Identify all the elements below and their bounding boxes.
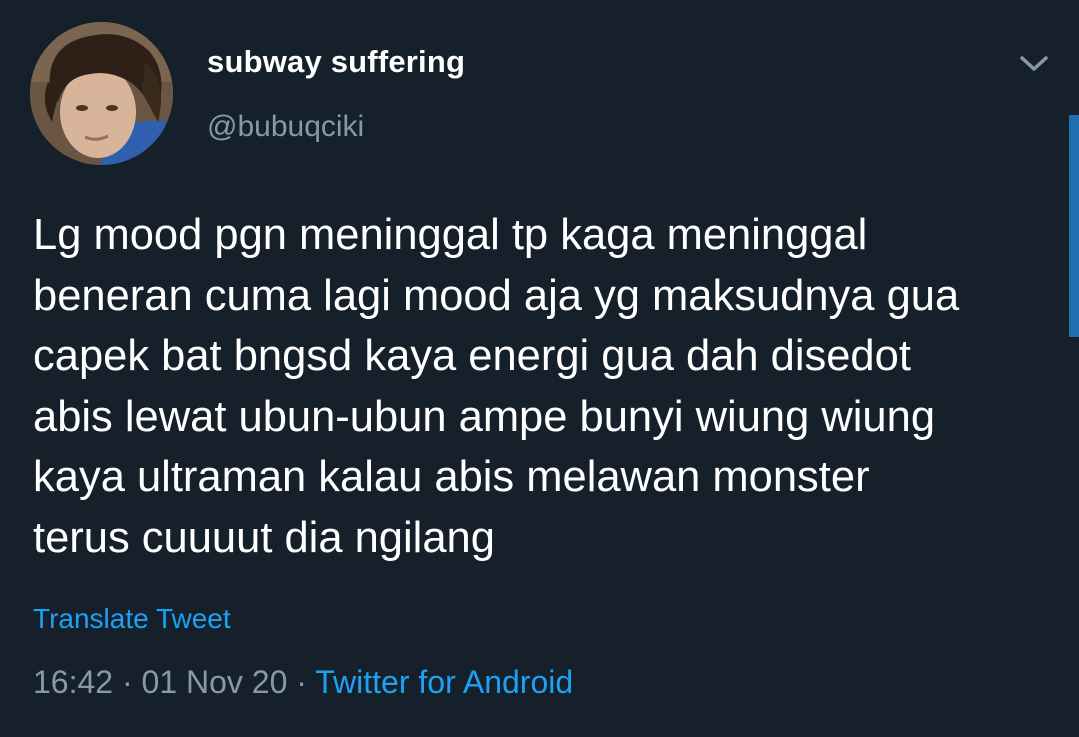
tweet-metadata: 16:42 · 01 Nov 20 · Twitter for Android xyxy=(33,664,573,701)
tweet-card: subway suffering @bubuqciki Lg mood pgn … xyxy=(0,0,1079,737)
tweet-text-line: terus cuuuut dia ngilang xyxy=(33,513,495,562)
chevron-down-icon[interactable] xyxy=(1016,50,1052,76)
scroll-indicator xyxy=(1069,115,1079,337)
tweet-text: Lg mood pgn meninggal tp kaga meninggal … xyxy=(33,205,1063,568)
avatar[interactable] xyxy=(30,22,173,165)
user-display-name[interactable]: subway suffering xyxy=(207,44,465,80)
tweet-source-link[interactable]: Twitter for Android xyxy=(315,664,573,700)
translate-tweet-link[interactable]: Translate Tweet xyxy=(33,603,231,635)
tweet-text-line: beneran cuma lagi mood aja yg maksudnya … xyxy=(33,271,960,320)
tweet-text-line: Lg mood pgn meninggal tp kaga meninggal xyxy=(33,211,868,259)
tweet-date: 01 Nov 20 xyxy=(141,664,288,700)
tweet-time: 16:42 xyxy=(33,664,114,700)
tweet-text-line: capek bat bngsd kaya energi gua dah dise… xyxy=(33,332,911,380)
meta-separator: · xyxy=(121,664,133,700)
tweet-text-line: abis lewat ubun-ubun ampe bunyi wiung wi… xyxy=(33,392,936,441)
tweet-text-line: kaya ultraman kalau abis melawan monster xyxy=(33,453,870,501)
meta-separator: · xyxy=(296,664,307,700)
user-handle[interactable]: @bubuqciki xyxy=(207,110,364,144)
